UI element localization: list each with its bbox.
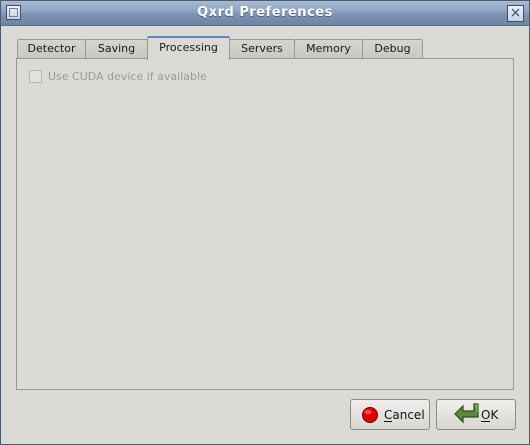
preferences-dialog: Qxrd Preferences × Detector Saving Proce…	[0, 0, 530, 445]
title-bar[interactable]: Qxrd Preferences ×	[1, 1, 529, 26]
tab-servers[interactable]: Servers	[229, 39, 295, 59]
cancel-label: Cancel	[384, 408, 425, 422]
ok-label: OK	[481, 408, 499, 422]
use-cuda-label: Use CUDA device if available	[48, 70, 207, 83]
ok-mnemonic-underline	[481, 421, 490, 422]
tab-debug[interactable]: Debug	[362, 39, 423, 59]
cancel-button[interactable]: Cancel	[350, 399, 430, 430]
tab-processing[interactable]: Processing	[147, 36, 230, 60]
tab-memory[interactable]: Memory	[294, 39, 363, 59]
stop-icon	[362, 407, 378, 423]
window-title: Qxrd Preferences	[197, 5, 333, 20]
close-icon[interactable]: ×	[507, 5, 524, 22]
tab-saving[interactable]: Saving	[85, 39, 148, 59]
enter-arrow-icon	[454, 403, 479, 424]
processing-tab-panel: Use CUDA device if available	[16, 58, 514, 390]
ok-button[interactable]: OK	[436, 399, 516, 430]
cancel-mnemonic-underline	[384, 421, 392, 422]
use-cuda-checkbox[interactable]	[29, 70, 42, 83]
tab-detector[interactable]: Detector	[17, 39, 86, 59]
